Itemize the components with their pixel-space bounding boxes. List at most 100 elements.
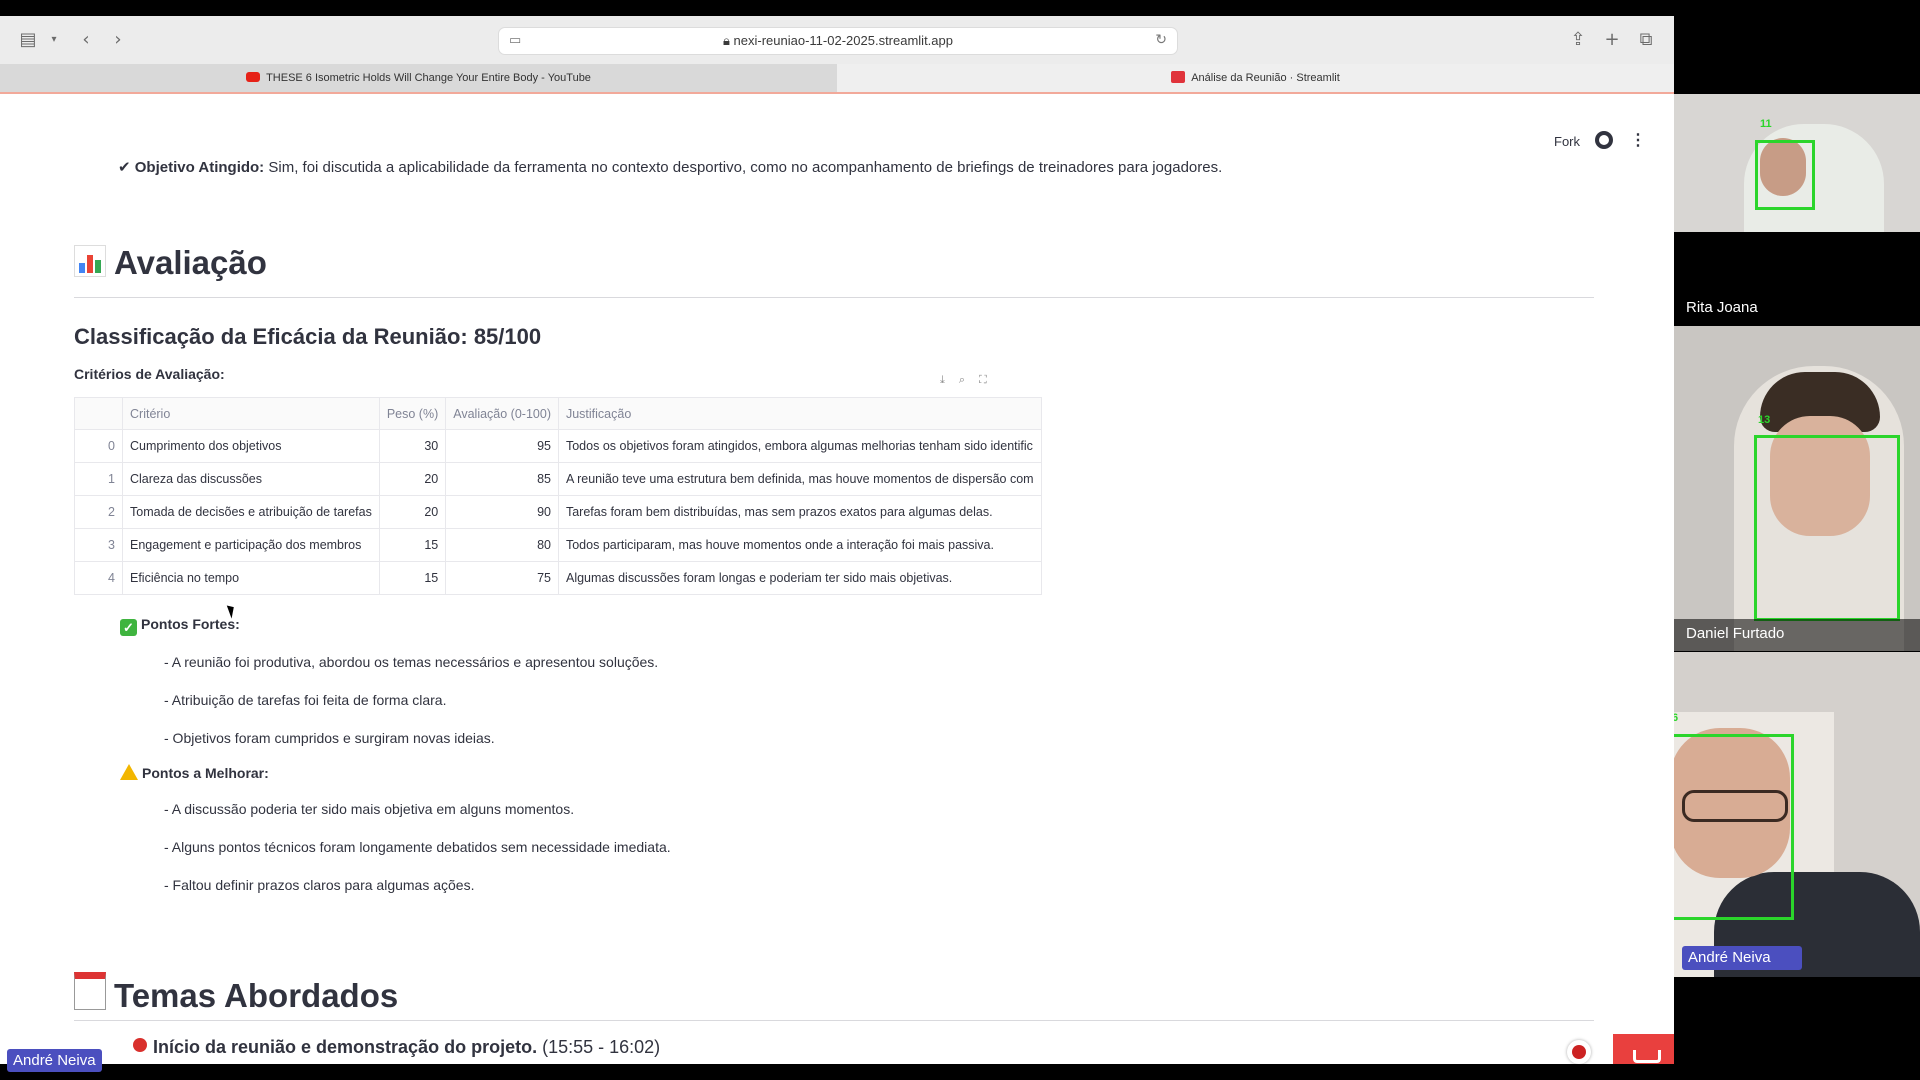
check-icon: ✓ [120, 619, 137, 636]
tab-streamlit[interactable]: Análise da Reunião · Streamlit [837, 64, 1674, 92]
column-header[interactable]: Critério [122, 397, 380, 430]
search-icon[interactable]: ⌕ [959, 374, 965, 386]
objective-text: Sim, foi discutida a aplicabilidade da f… [268, 159, 1223, 176]
criteria-label: Critérios de Avaliação: [74, 366, 225, 382]
strengths-title: ✓ Pontos Fortes: [120, 616, 240, 636]
streamlit-badge[interactable] [1613, 1034, 1674, 1064]
face-id-tag: 11 [1760, 118, 1772, 130]
cell-avaliacao[interactable]: 85 [445, 462, 559, 496]
strength-item: - Objetivos foram cumpridos e surgiram n… [164, 730, 495, 746]
strength-item: - Atribuição de tarefas foi feita de for… [164, 692, 447, 708]
column-header[interactable]: Justificação [557, 397, 1042, 430]
strength-item: - A reunião foi produtiva, abordou os te… [164, 654, 659, 670]
chevron-down-icon[interactable]: ▾ [42, 28, 66, 52]
bar-chart-icon [74, 245, 106, 277]
cell-criterio[interactable]: Clareza das discussões [122, 462, 380, 496]
github-icon[interactable] [1595, 131, 1613, 149]
row-index: 1 [74, 462, 123, 496]
row-index: 2 [74, 495, 123, 529]
objective-line: ✔ Objetivo Atingido: Sim, foi discutida … [118, 159, 1223, 176]
url-text: nexi-reuniao-11-02-2025.streamlit.app [733, 33, 953, 48]
cell-justificacao[interactable]: Tarefas foram bem distribuídas, mas sem … [557, 495, 1042, 529]
share-icon[interactable]: ⇪ [1566, 28, 1590, 52]
cell-justificacao[interactable]: Todos os objetivos foram atingidos, embo… [557, 429, 1042, 463]
back-icon[interactable]: ‹ [74, 28, 98, 52]
participant-video-daniel: 13 Daniel Furtado [1674, 326, 1920, 651]
cell-peso[interactable]: 15 [378, 528, 447, 562]
cell-peso[interactable]: 15 [378, 561, 447, 595]
fullscreen-icon[interactable]: ⛶ [979, 374, 987, 386]
tab-label: Análise da Reunião · Streamlit [1191, 72, 1340, 84]
menu-icon[interactable]: ⋮ [1630, 130, 1646, 150]
calendar-icon [74, 972, 106, 1010]
browser-window: ▤ ▾ ‹ › ▭ 🔒︎ nexi-reuniao-11-02-2025.str… [0, 16, 1674, 1064]
column-header[interactable]: Peso (%) [378, 397, 447, 430]
new-tab-icon[interactable]: + [1600, 28, 1624, 52]
browser-toolbar: ▤ ▾ ‹ › ▭ 🔒︎ nexi-reuniao-11-02-2025.str… [0, 16, 1674, 64]
cell-criterio[interactable]: Eficiência no tempo [122, 561, 380, 595]
cell-peso[interactable]: 20 [378, 462, 447, 496]
strengths-title-text: Pontos Fortes: [141, 616, 240, 632]
row-index: 3 [74, 528, 123, 562]
cell-avaliacao[interactable]: 75 [445, 561, 559, 595]
pushpin-icon [133, 1038, 147, 1052]
participant-video-rita: 11 [1674, 94, 1920, 232]
table-row[interactable]: 3 Engagement e participação dos membros … [74, 528, 1042, 562]
topic-time: (15:55 - 16:02) [542, 1037, 661, 1057]
topic-item: Início da reunião e demonstração do proj… [133, 1037, 660, 1058]
cell-peso[interactable]: 30 [378, 429, 447, 463]
table-row[interactable]: 1 Clareza das discussões 20 85 A reunião… [74, 462, 1042, 496]
active-speaker-label: André Neiva [7, 1049, 102, 1072]
apple-icon[interactable] [1567, 1040, 1591, 1064]
column-header[interactable]: Avaliação (0-100) [445, 397, 559, 430]
cell-criterio[interactable]: Cumprimento dos objetivos [122, 429, 380, 463]
participant-name: André Neiva [1688, 949, 1771, 966]
streamlit-icon [1171, 71, 1186, 83]
improvement-item: - Faltou definir prazos claros para algu… [164, 877, 475, 893]
participant-name: Rita Joana [1686, 299, 1758, 316]
improvement-item: - Alguns pontos técnicos foram longament… [164, 839, 671, 855]
address-bar[interactable]: ▭ 🔒︎ nexi-reuniao-11-02-2025.streamlit.a… [498, 27, 1178, 55]
download-icon[interactable]: ⤓ [940, 374, 945, 386]
cell-criterio[interactable]: Engagement e participação dos membros [122, 528, 380, 562]
topic-title: Início da reunião e demonstração do proj… [153, 1037, 538, 1057]
forward-icon[interactable]: › [106, 28, 130, 52]
cell-justificacao[interactable]: Algumas discussões foram longas e poderi… [557, 561, 1042, 595]
sidebar-toggle-icon[interactable]: ▤ [16, 28, 40, 52]
face-id-tag: 6 [1674, 712, 1679, 724]
warning-icon [120, 764, 138, 780]
cell-avaliacao[interactable]: 80 [445, 528, 559, 562]
objective-label: Objetivo Atingido: [134, 159, 265, 176]
table-row[interactable]: 4 Eficiência no tempo 15 75 Algumas disc… [74, 561, 1042, 595]
score-title: Classificação da Eficácia da Reunião: 85… [74, 324, 542, 349]
section-title-temas: Temas Abordados [74, 972, 398, 1015]
improvement-item: - A discussão poderia ter sido mais obje… [164, 801, 575, 817]
youtube-icon [246, 72, 261, 82]
section-title-text: Avaliação [114, 244, 267, 281]
row-index: 0 [74, 429, 123, 463]
lock-icon: 🔒︎ [723, 33, 730, 48]
table-row[interactable]: 0 Cumprimento dos objetivos 30 95 Todos … [74, 429, 1042, 463]
cell-justificacao[interactable]: A reunião teve uma estrutura bem definid… [557, 462, 1042, 496]
participant-label-area: Rita Joana [1674, 232, 1920, 326]
column-header[interactable] [74, 397, 123, 430]
cell-justificacao[interactable]: Todos participaram, mas houve momentos o… [557, 528, 1042, 562]
cell-criterio[interactable]: Tomada de decisões e atribuição de taref… [122, 495, 380, 529]
table-row[interactable]: 2 Tomada de decisões e atribuição de tar… [74, 495, 1042, 529]
streamlit-page: Fork ⋮ ✔ Objetivo Atingido: Sim, foi dis… [0, 94, 1674, 1064]
improvements-title-text: Pontos a Melhorar: [142, 765, 269, 781]
face-detection-box [1674, 734, 1794, 920]
section-title-avaliacao: Avaliação [74, 244, 267, 282]
tab-bar: THESE 6 Isometric Holds Will Change Your… [0, 64, 1674, 94]
tab-youtube[interactable]: THESE 6 Isometric Holds Will Change Your… [0, 64, 837, 92]
reload-icon[interactable]: ↻ [1155, 31, 1167, 48]
cell-peso[interactable]: 20 [378, 495, 447, 529]
cell-avaliacao[interactable]: 95 [445, 429, 559, 463]
divider [74, 1020, 1594, 1021]
face-id-tag: 13 [1758, 414, 1771, 426]
cell-avaliacao[interactable]: 90 [445, 495, 559, 529]
fork-button[interactable]: Fork [1554, 134, 1580, 149]
criteria-table[interactable]: Critério Peso (%) Avaliação (0-100) Just… [74, 397, 1042, 595]
tab-overview-icon[interactable]: ⧉ [1634, 28, 1658, 52]
table-header-row: Critério Peso (%) Avaliação (0-100) Just… [74, 397, 1042, 430]
